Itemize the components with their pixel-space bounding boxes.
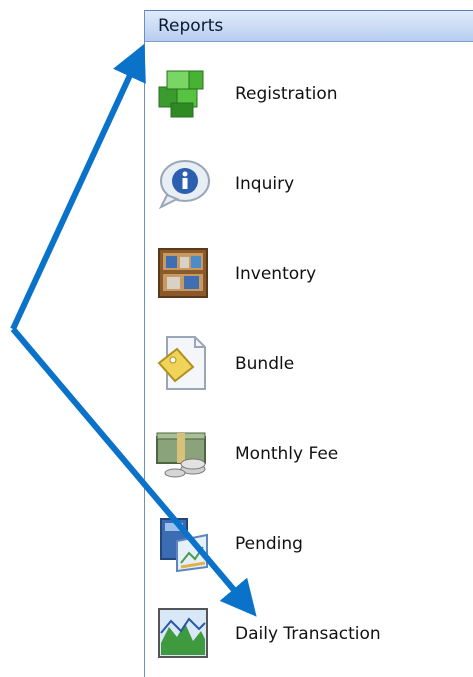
panel-header[interactable]: Reports (145, 10, 473, 42)
menu-item-label: Bundle (235, 354, 295, 374)
pending-document-icon (160, 518, 208, 573)
menu-item-pending[interactable]: Pending (145, 507, 473, 587)
menu-item-label: Monthly Fee (235, 444, 339, 464)
money-stack-icon (156, 432, 206, 478)
panel-title: Reports (158, 16, 224, 36)
menu-item-bundle[interactable]: Bundle (145, 327, 473, 407)
info-bubble-icon (158, 160, 210, 210)
reports-panel: Reports Registration Inquiry Inventory B… (144, 10, 473, 677)
menu-item-label: Registration (235, 84, 338, 104)
menu-item-label: Pending (235, 534, 303, 554)
green-cubes-icon (158, 70, 204, 118)
menu-item-registration[interactable]: Registration (145, 57, 473, 137)
menu-item-inquiry[interactable]: Inquiry (145, 147, 473, 227)
document-tag-icon (157, 336, 206, 390)
menu-item-daily-transaction[interactable]: Daily Transaction (145, 597, 473, 677)
shelf-icon (158, 248, 208, 298)
menu-item-label: Inventory (235, 264, 317, 284)
menu-item-monthly-fee[interactable]: Monthly Fee (145, 417, 473, 497)
menu-item-label: Daily Transaction (235, 624, 381, 644)
arrow-to-reports-header (10, 43, 146, 331)
menu-item-label: Inquiry (235, 174, 295, 194)
chart-icon (158, 608, 208, 658)
menu-item-inventory[interactable]: Inventory (145, 237, 473, 317)
